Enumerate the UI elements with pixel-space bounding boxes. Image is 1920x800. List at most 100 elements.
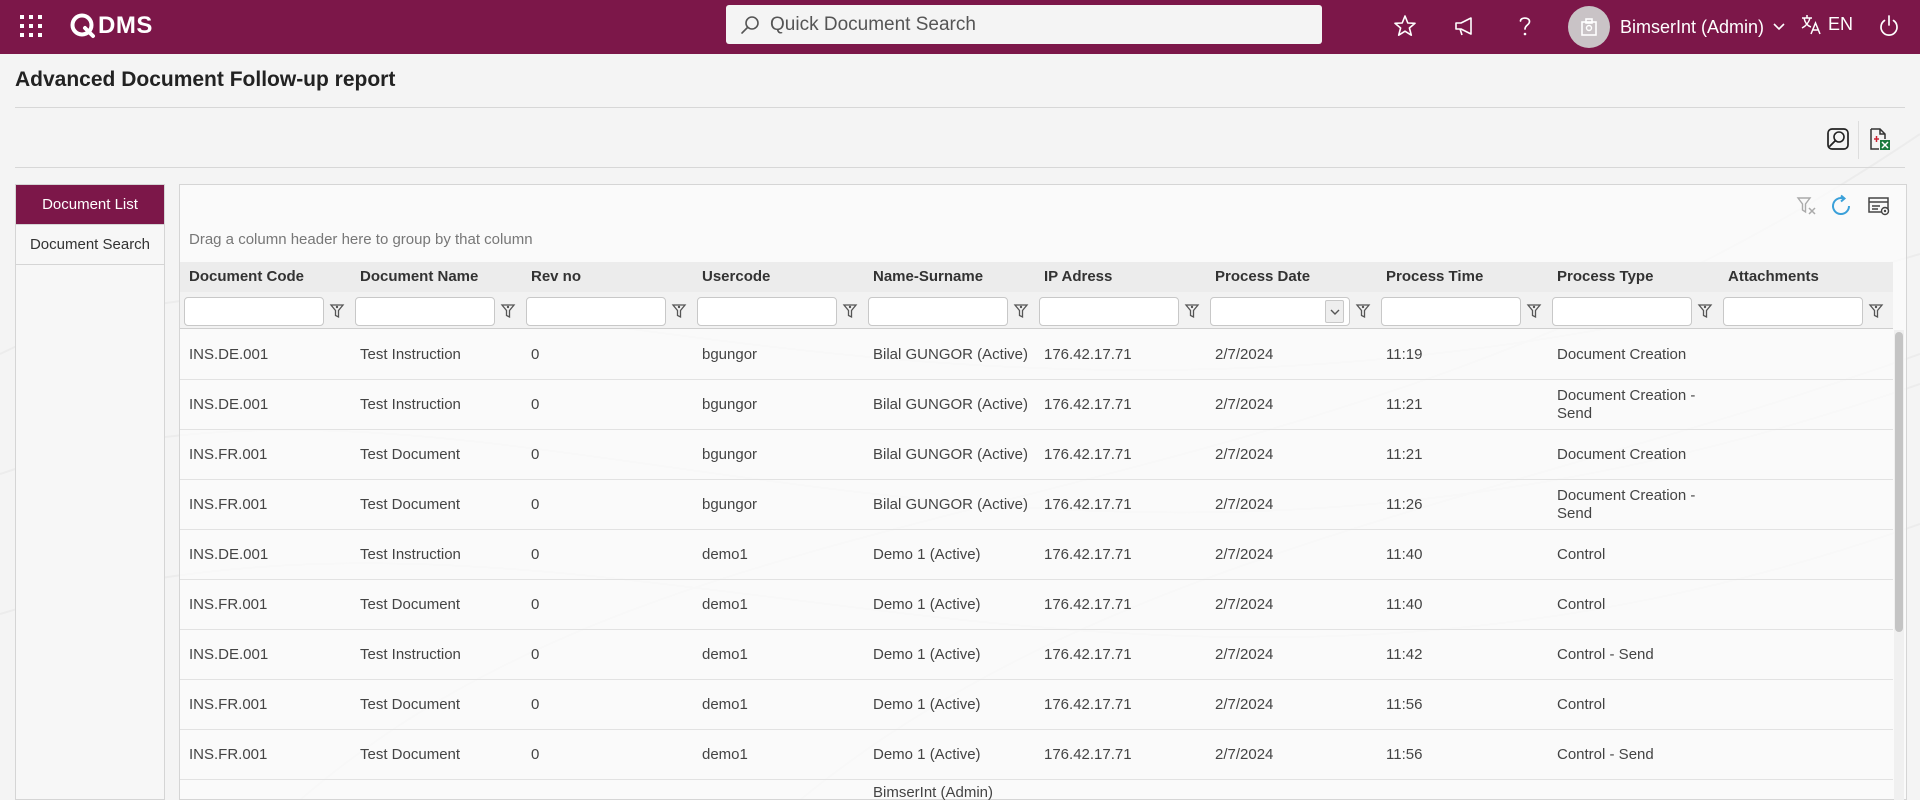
cell-document-name: Test Document <box>360 596 461 613</box>
column-header-process-date[interactable]: Process Date <box>1206 262 1310 292</box>
cell-process-date: 2/7/2024 <box>1215 446 1274 463</box>
power-icon[interactable] <box>1876 13 1902 39</box>
app-logo[interactable]: DMS <box>70 10 153 42</box>
top-bar: DMS BimserInt (Admin) <box>0 0 1920 54</box>
help-icon[interactable] <box>1512 13 1538 39</box>
megaphone-icon[interactable] <box>1452 13 1478 39</box>
column-filter-input[interactable] <box>1723 297 1863 326</box>
column-header-name-surname[interactable]: Name-Surname <box>864 262 983 292</box>
cell-attachments <box>1719 630 1890 680</box>
language-selector[interactable]: EN <box>1800 13 1853 35</box>
column-header-attachments[interactable]: Attachments <box>1719 262 1819 292</box>
table-row[interactable]: INS.FR.001 Test Document 0 bgungor Bilal GUN… <box>180 430 1893 480</box>
grid-header-row: Document Code Document Name Rev no Userc… <box>180 262 1893 292</box>
filter-icon[interactable] <box>1868 303 1884 319</box>
sidebar-item-document-search[interactable]: Document Search <box>16 225 164 265</box>
cell-document-code: INS.FR.001 <box>189 446 268 463</box>
column-filter-input[interactable] <box>184 297 324 326</box>
column-chooser-button[interactable] <box>1866 193 1892 219</box>
column-filter-input[interactable] <box>1381 297 1521 326</box>
logo-text: DMS <box>98 12 153 39</box>
table-row[interactable]: INS.DE.001 Test Instruction 0 demo1 Demo 1 (… <box>180 530 1893 580</box>
star-icon[interactable] <box>1392 13 1418 39</box>
cell-ip-adress: 176.42.17.71 <box>1044 496 1132 513</box>
user-menu[interactable]: BimserInt (Admin) <box>1568 3 1786 51</box>
report-view-button[interactable] <box>1820 122 1856 156</box>
table-row[interactable]: INS.FR.001 Test Document 0 demo1 Demo 1 (Act… <box>180 580 1893 630</box>
column-filter-cell <box>693 292 864 329</box>
cell-document-name <box>351 780 522 800</box>
toolbar-divider <box>15 167 1905 168</box>
table-row[interactable]: INS.DE.001 Test Instruction 0 bgungor Bilal … <box>180 380 1893 430</box>
sidebar-item-document-list[interactable]: Document List <box>16 185 164 225</box>
cell-rev-no: 0 <box>531 696 540 713</box>
column-header-process-time[interactable]: Process Time <box>1377 262 1483 292</box>
cell-ip-adress: 176.42.17.71 <box>1044 446 1132 463</box>
cell-attachments <box>1719 430 1890 480</box>
column-filter-input[interactable] <box>1552 297 1692 326</box>
column-filter-cell <box>1035 292 1206 329</box>
table-row[interactable]: INS.DE.001 Test Instruction 0 bgungor Bilal … <box>180 330 1893 380</box>
clear-filter-button[interactable] <box>1794 193 1820 219</box>
column-filter-input[interactable] <box>526 297 666 326</box>
filter-icon[interactable] <box>842 303 858 319</box>
filter-icon[interactable] <box>329 303 345 319</box>
cell-process-time: 11:56 <box>1386 746 1423 763</box>
cell-rev-no: 0 <box>531 496 540 513</box>
cell-usercode: bgungor <box>702 446 758 463</box>
cell-process-type: Control - Send <box>1557 746 1654 763</box>
cell-document-code: INS.DE.001 <box>189 546 269 563</box>
quick-search-input[interactable] <box>770 13 1290 36</box>
column-filter-input[interactable] <box>355 297 495 326</box>
column-header-rev-no[interactable]: Rev no <box>522 262 581 292</box>
cell-process-time <box>1377 780 1548 800</box>
table-row[interactable]: INS.DE.001 Test Instruction 0 demo1 Demo 1 (… <box>180 630 1893 680</box>
grid-scrollbar-thumb[interactable] <box>1895 332 1903 632</box>
table-row[interactable]: INS.FR.001 Test Document 0 bgungor Bilal GUN… <box>180 480 1893 530</box>
filter-icon[interactable] <box>1013 303 1029 319</box>
cell-process-time: 11:42 <box>1386 646 1423 663</box>
filter-icon[interactable] <box>1697 303 1713 319</box>
cell-process-date: 2/7/2024 <box>1215 396 1274 413</box>
column-filter-input[interactable] <box>697 297 837 326</box>
refresh-icon <box>1832 194 1851 215</box>
filter-icon[interactable] <box>500 303 516 319</box>
cell-attachments <box>1719 530 1890 580</box>
refresh-button[interactable] <box>1828 193 1854 219</box>
cell-name-surname: Demo 1 (Active) <box>873 546 981 563</box>
cell-name-surname: Bilal GUNGOR (Active) <box>873 396 1029 413</box>
excel-export-icon <box>1870 128 1890 150</box>
avatar <box>1568 6 1610 48</box>
cell-attachments <box>1719 730 1890 780</box>
cell-document-name: Test Document <box>360 496 461 513</box>
column-filter-input[interactable] <box>868 297 1008 326</box>
apps-grid-icon[interactable] <box>20 15 42 37</box>
document-grid-panel: Drag a column header here to group by th… <box>179 184 1907 800</box>
cell-process-date: 2/7/2024 <box>1215 346 1274 363</box>
cell-rev-no <box>522 780 693 800</box>
filter-icon[interactable] <box>1526 303 1542 319</box>
table-row[interactable]: INS.FR.001 Test Document 0 demo1 Demo 1 (Act… <box>180 730 1893 780</box>
column-filter-input[interactable] <box>1039 297 1179 326</box>
table-row[interactable]: INS.FR.001 Test Document 0 demo1 Demo 1 (Act… <box>180 680 1893 730</box>
cell-attachments <box>1719 580 1890 630</box>
cell-process-type: Control <box>1557 596 1606 613</box>
quick-search-box[interactable] <box>726 5 1322 44</box>
title-divider <box>15 107 1905 108</box>
sidebar-item-label: Document List <box>42 196 138 213</box>
column-header-process-type[interactable]: Process Type <box>1548 262 1653 292</box>
column-header-ip-adress[interactable]: IP Adress <box>1035 262 1112 292</box>
table-row[interactable]: BimserInt (Admin) <box>180 780 1893 800</box>
cell-process-type: Control - Send <box>1557 646 1654 663</box>
export-excel-button[interactable] <box>1861 122 1897 156</box>
column-header-usercode[interactable]: Usercode <box>693 262 770 292</box>
column-header-document-code[interactable]: Document Code <box>180 262 304 292</box>
filter-icon[interactable] <box>671 303 687 319</box>
date-picker-button[interactable] <box>1325 300 1344 323</box>
grid-scrollbar[interactable] <box>1894 330 1904 800</box>
filter-icon[interactable] <box>1355 303 1371 319</box>
column-header-document-name[interactable]: Document Name <box>351 262 478 292</box>
cell-name-surname: Demo 1 (Active) <box>873 646 981 663</box>
filter-icon[interactable] <box>1184 303 1200 319</box>
cell-process-type: Control <box>1557 546 1606 563</box>
